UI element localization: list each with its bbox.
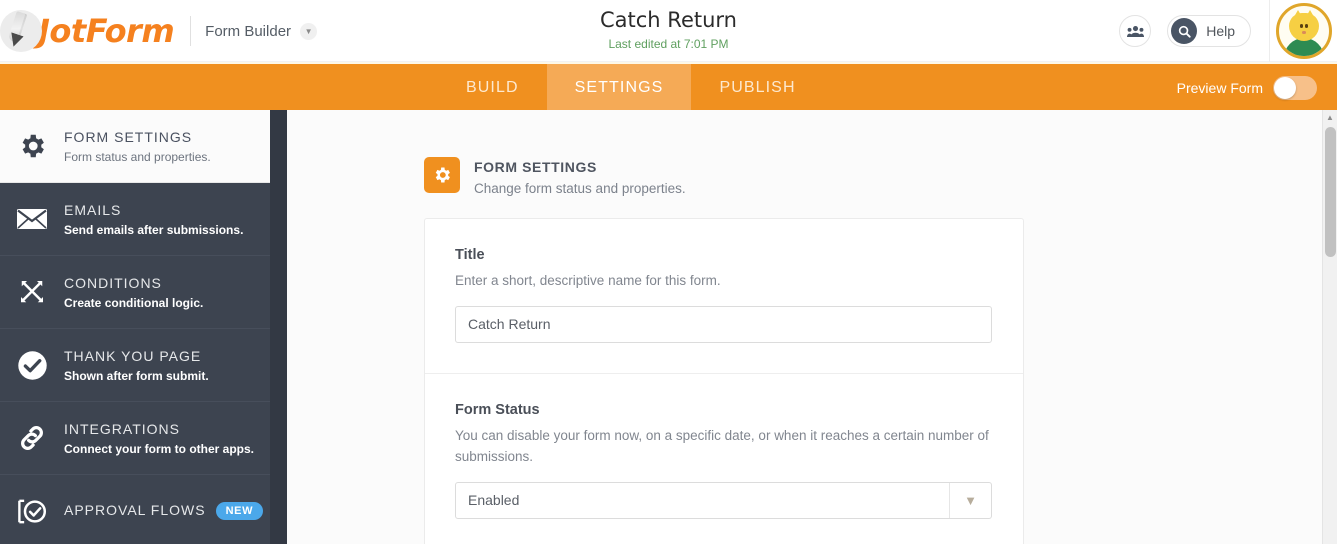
sidebar-item-title: EMAILS (64, 202, 121, 218)
sidebar-item-desc: Create conditional logic. (64, 296, 203, 310)
form-status-label: Form Status (455, 402, 993, 418)
avatar-eye-left (1300, 24, 1303, 28)
collaborators-button[interactable] (1119, 15, 1151, 47)
sidebar-item-title: FORM SETTINGS (64, 129, 192, 145)
caret-up-icon[interactable]: ▲ (1323, 110, 1337, 125)
avatar[interactable] (1276, 3, 1332, 59)
sidebar-item-title: THANK YOU PAGE (64, 348, 201, 364)
settings-card: Title Enter a short, descriptive name fo… (424, 218, 1024, 544)
sidebar-gutter (270, 110, 287, 544)
header-actions: Help (1119, 0, 1337, 62)
form-status-description: You can disable your form now, on a spec… (455, 425, 993, 468)
sidebar-item-thank-you-page[interactable]: THANK YOU PAGE Shown after form submit. (0, 329, 270, 402)
section-description: Change form status and properties. (474, 181, 686, 196)
check-circle-icon (8, 350, 56, 381)
title-field-description: Enter a short, descriptive name for this… (455, 270, 993, 292)
header-divider (1269, 0, 1270, 62)
people-group-icon (1127, 25, 1144, 38)
brand-logo[interactable]: JotForm Form Builder ▼ (0, 6, 317, 56)
settings-sidebar: FORM SETTINGS Form status and properties… (0, 110, 270, 544)
settings-content-panel: FORM SETTINGS Change form status and pro… (287, 110, 1322, 544)
nav-tabs: BUILD SETTINGS PUBLISH (438, 64, 824, 112)
form-builder-label[interactable]: Form Builder (205, 23, 291, 40)
chevron-down-icon[interactable]: ▼ (300, 23, 317, 40)
sidebar-item-text: CONDITIONS Create conditional logic. (56, 275, 203, 310)
sidebar-item-desc: Shown after form submit. (64, 369, 209, 383)
scrollbar-thumb[interactable] (1325, 127, 1336, 257)
section-header-text: FORM SETTINGS Change form status and pro… (474, 157, 686, 196)
help-button[interactable]: Help (1167, 15, 1251, 47)
gear-icon (8, 131, 56, 161)
tab-publish[interactable]: PUBLISH (691, 64, 823, 112)
field-form-status-row: Form Status You can disable your form no… (425, 374, 1023, 544)
sidebar-item-approval-flows[interactable]: APPROVAL FLOWS NEW (0, 475, 270, 544)
app-header: JotForm Form Builder ▼ Catch Return Last… (0, 0, 1337, 62)
sidebar-item-desc: Form status and properties. (64, 150, 211, 164)
header-logo-divider (190, 16, 191, 46)
tab-build[interactable]: BUILD (438, 64, 547, 112)
caret-down-icon[interactable]: ▼ (949, 483, 991, 518)
sidebar-item-text: FORM SETTINGS Form status and properties… (56, 129, 211, 164)
approval-check-icon (8, 496, 56, 527)
help-label: Help (1206, 23, 1235, 39)
sidebar-item-emails[interactable]: EMAILS Send emails after submissions. (0, 183, 270, 256)
gear-icon (424, 157, 460, 193)
section-title: FORM SETTINGS (474, 159, 686, 175)
page-scrollbar[interactable]: ▲ (1322, 110, 1337, 544)
logo-text: JotForm (38, 12, 174, 50)
avatar-body (1284, 38, 1324, 58)
sidebar-item-text: EMAILS Send emails after submissions. (56, 202, 243, 237)
sidebar-item-text: APPROVAL FLOWS NEW (56, 502, 263, 520)
sidebar-item-integrations[interactable]: INTEGRATIONS Connect your form to other … (0, 402, 270, 475)
jotform-pen-icon (0, 10, 42, 52)
preview-form-toggle[interactable]: Preview Form (1177, 64, 1317, 112)
sidebar-item-desc: Connect your form to other apps. (64, 442, 254, 456)
sidebar-item-text: THANK YOU PAGE Shown after form submit. (56, 348, 209, 383)
avatar-head (1289, 13, 1319, 41)
shuffle-arrows-icon (8, 277, 56, 307)
search-icon (1171, 18, 1197, 44)
link-chain-icon (8, 423, 56, 453)
avatar-eye-right (1305, 24, 1308, 28)
toggle-knob (1274, 77, 1296, 99)
sidebar-item-title: INTEGRATIONS (64, 421, 180, 437)
sidebar-item-title: APPROVAL FLOWS (64, 502, 206, 518)
title-field-label: Title (455, 247, 993, 263)
preview-toggle-switch[interactable] (1273, 76, 1317, 100)
sidebar-item-conditions[interactable]: CONDITIONS Create conditional logic. (0, 256, 270, 329)
sidebar-item-title: CONDITIONS (64, 275, 162, 291)
sidebar-item-text: INTEGRATIONS Connect your form to other … (56, 421, 254, 456)
form-status-selected-value: Enabled (456, 492, 519, 508)
section-header: FORM SETTINGS Change form status and pro… (424, 157, 1322, 196)
form-status-select[interactable]: Enabled ▼ (455, 482, 992, 519)
main-navbar: BUILD SETTINGS PUBLISH Preview Form (0, 62, 1337, 110)
sidebar-item-desc: Send emails after submissions. (64, 223, 243, 237)
avatar-nose (1302, 31, 1306, 34)
sidebar-item-form-settings[interactable]: FORM SETTINGS Form status and properties… (0, 110, 270, 183)
status-badge-new: NEW (216, 502, 263, 520)
envelope-icon (8, 207, 56, 231)
tab-settings[interactable]: SETTINGS (547, 64, 692, 112)
preview-form-label: Preview Form (1177, 80, 1263, 96)
form-title-input[interactable] (455, 306, 992, 343)
field-title-row: Title Enter a short, descriptive name fo… (425, 219, 1023, 373)
